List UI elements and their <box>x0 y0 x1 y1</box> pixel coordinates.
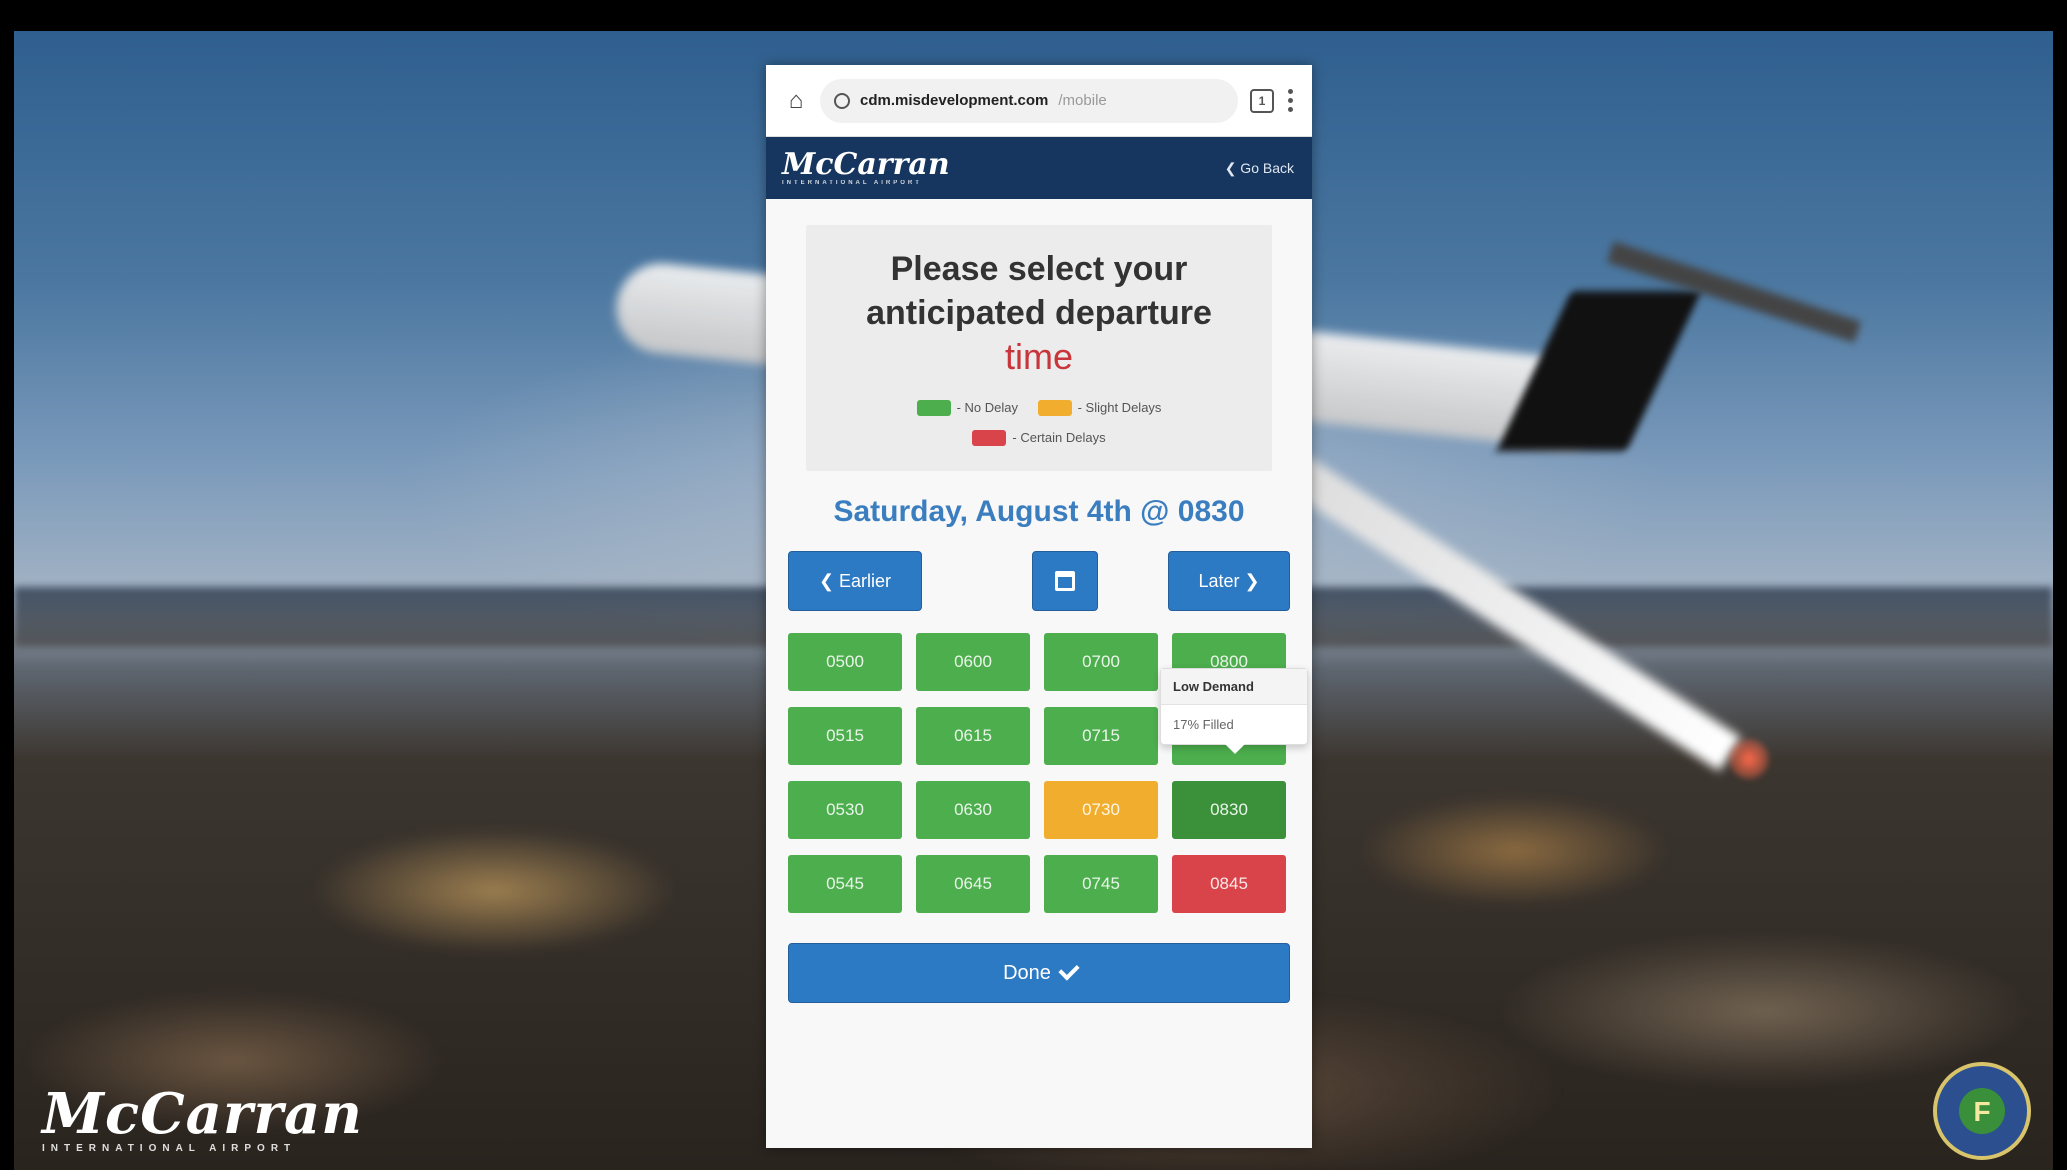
checkmark-icon <box>1058 959 1080 981</box>
calendar-button[interactable] <box>1032 551 1098 611</box>
time-slot-button[interactable]: 0645 <box>916 855 1030 913</box>
faa-seal-icon: F <box>1933 1062 2031 1160</box>
earlier-button[interactable]: ❮ Earlier <box>788 551 922 611</box>
time-slot-button[interactable]: 0700 <box>1044 633 1158 691</box>
delay-legend: - No Delay - Slight Delays - Certain Del… <box>818 395 1260 455</box>
time-slot-button[interactable]: 0500 <box>788 633 902 691</box>
time-slot-button[interactable]: 0545 <box>788 855 902 913</box>
more-menu-icon[interactable] <box>1286 89 1294 112</box>
time-slot-button[interactable]: 0845 <box>1172 855 1286 913</box>
jet-stabilizer <box>1606 241 1862 343</box>
demand-tooltip: Low Demand 17% Filled <box>1160 668 1308 754</box>
mccarran-logo: McCarran INTERNATIONAL AIRPORT <box>42 1081 363 1154</box>
site-info-icon[interactable] <box>834 92 850 109</box>
mccarran-logo-subtext: INTERNATIONAL AIRPORT <box>42 1143 297 1154</box>
address-bar[interactable]: cdm.misdevelopment.com/mobile <box>820 78 1238 123</box>
mccarran-logo-text: McCarran <box>42 1081 363 1147</box>
tab-switcher-icon[interactable]: 1 <box>1250 88 1274 113</box>
time-slot-button[interactable]: 0530 <box>788 781 902 839</box>
jet-tail <box>1496 291 1702 451</box>
legend-swatch-green <box>916 400 951 416</box>
site-logo-text: McCarran <box>782 147 950 182</box>
legend-item-no-delay: - No Delay <box>916 395 1018 421</box>
calendar-icon <box>1055 571 1075 591</box>
prompt-panel: Please select your anticipated departure… <box>806 225 1272 471</box>
tooltip-body: 17% Filled <box>1173 717 1234 732</box>
legend-swatch-red <box>972 430 1007 446</box>
time-slot-button-selected[interactable]: 0830 <box>1172 781 1286 839</box>
tooltip-title: Low Demand <box>1161 669 1307 705</box>
url-host: cdm.misdevelopment.com <box>860 92 1049 109</box>
mobile-browser-window: ⌂ cdm.misdevelopment.com/mobile 1 McCarr… <box>766 65 1312 1148</box>
time-slot-button[interactable]: 0600 <box>916 633 1030 691</box>
legend-label: - Certain Delays <box>1012 430 1106 445</box>
prompt-line-1: Please select your <box>890 250 1188 288</box>
done-button[interactable]: Done <box>788 943 1290 1003</box>
site-logo-subtext: INTERNATIONAL AIRPORT <box>782 180 922 186</box>
legend-swatch-orange <box>1037 400 1072 416</box>
legend-item-certain-delays: - Certain Delays <box>972 425 1106 451</box>
tab-count: 1 <box>1258 93 1266 108</box>
go-back-link[interactable]: ❮ Go Back <box>1225 160 1294 177</box>
time-slot-button[interactable]: 0730 <box>1044 781 1158 839</box>
time-slot-button[interactable]: 0715 <box>1044 707 1158 765</box>
time-navigation: ❮ Earlier Later ❯ <box>788 551 1290 611</box>
prompt-line-2: anticipated departure <box>866 294 1212 332</box>
time-slot-button[interactable]: 0745 <box>1044 855 1158 913</box>
browser-toolbar: ⌂ cdm.misdevelopment.com/mobile 1 <box>766 65 1312 137</box>
faa-seal-letter: F <box>1973 1096 1991 1127</box>
time-slot-button[interactable]: 0615 <box>916 707 1030 765</box>
time-slot-grid: 0500 0600 0700 0800 0515 0615 0715 0815 … <box>788 633 1308 917</box>
legend-item-slight-delays: - Slight Delays <box>1037 395 1162 421</box>
done-label: Done <box>1003 961 1051 984</box>
time-slot-button[interactable]: 0515 <box>788 707 902 765</box>
tooltip-arrow <box>1225 744 1245 754</box>
url-path: /mobile <box>1058 92 1107 109</box>
legend-label: - Slight Delays <box>1077 400 1162 415</box>
time-slot-button[interactable]: 0630 <box>916 781 1030 839</box>
later-button[interactable]: Later ❯ <box>1168 551 1290 611</box>
site-logo[interactable]: McCarran INTERNATIONAL AIRPORT <box>782 147 950 187</box>
site-header: McCarran INTERNATIONAL AIRPORT ❮ Go Back <box>766 137 1312 199</box>
legend-label: - No Delay <box>956 400 1018 415</box>
selected-date-time: Saturday, August 4th @ 0830 <box>833 495 1245 528</box>
prompt-line-3: time <box>1004 336 1073 377</box>
home-icon[interactable]: ⌂ <box>784 87 808 114</box>
